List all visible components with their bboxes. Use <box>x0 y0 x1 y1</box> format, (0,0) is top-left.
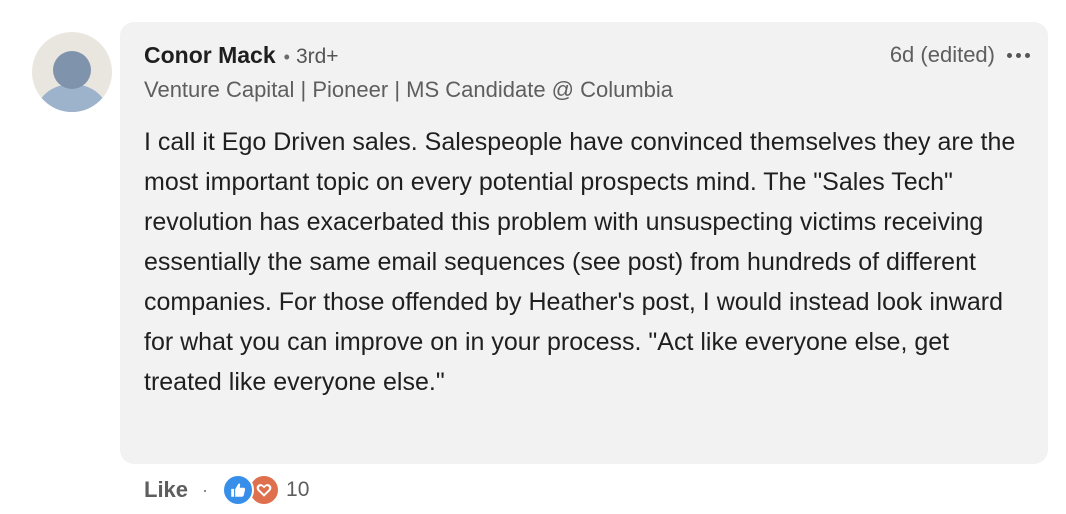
comment-bubble: Conor Mack • 3rd+ 6d (edited) Venture Ca… <box>120 22 1048 464</box>
reactions-summary[interactable]: 10 <box>222 474 309 506</box>
comment-meta: 6d (edited) <box>890 42 1030 68</box>
action-separator: · <box>202 479 209 500</box>
dot-icon <box>1007 52 1012 58</box>
author-headline: Venture Capital | Pioneer | MS Candidate… <box>144 77 674 102</box>
dot-icon <box>1016 52 1021 58</box>
like-reaction-icon <box>222 474 255 506</box>
comment-text: I call it Ego Driven sales. Salespeople … <box>144 128 1016 396</box>
author-row: Conor Mack • 3rd+ <box>144 42 339 69</box>
timestamp: 6d (edited) <box>889 42 995 67</box>
connection-degree: 3rd+ <box>295 45 339 68</box>
like-button[interactable]: Like <box>144 477 188 503</box>
author-name[interactable]: Conor Mack <box>144 42 276 69</box>
comment-actions: Like · 10 <box>144 474 309 506</box>
more-options-icon[interactable] <box>1007 49 1030 62</box>
degree-separator: • <box>283 47 290 67</box>
dot-icon <box>1025 52 1030 58</box>
avatar[interactable] <box>32 32 112 112</box>
reaction-count: 10 <box>286 478 310 501</box>
avatar-head <box>53 51 91 89</box>
